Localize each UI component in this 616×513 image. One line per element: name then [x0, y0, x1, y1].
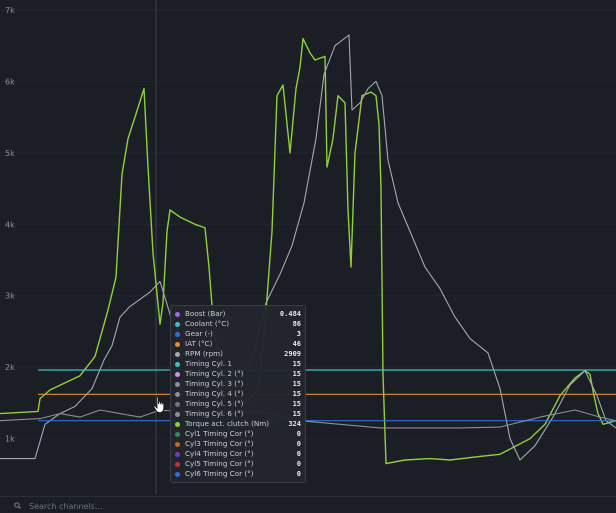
tooltip-channel-value: 15	[292, 360, 301, 368]
tooltip-channel-value: 0.484	[279, 310, 301, 318]
tooltip-channel-name: Timing Cyl. 1	[185, 359, 232, 368]
tooltip-channel-value: 15	[292, 370, 301, 378]
channel-chart[interactable]: 7k 6k 5k 4k 3k 2k 1k	[0, 0, 616, 495]
series-line-torque	[0, 37, 616, 465]
tooltip-channel-value: 0	[296, 430, 301, 438]
tooltip-channel-name: Torque act. clutch (Nm)	[185, 419, 270, 428]
hand-cursor-icon	[153, 396, 165, 414]
tooltip-row: Cyl3 Timing Cor (°) 0	[175, 439, 301, 449]
series-color-dot	[175, 371, 180, 377]
tooltip-channel-name: Cyl3 Timing Cor (°)	[185, 439, 254, 448]
series-color-dot	[175, 421, 180, 427]
tooltip-row: Timing Cyl. 5 (°) 15	[175, 399, 301, 409]
y-tick-label: 2k	[5, 363, 15, 372]
search-icon	[14, 502, 21, 509]
series-color-dot	[175, 461, 180, 467]
tooltip-channel-value: 0	[296, 470, 301, 478]
tooltip-row: Cyl4 Timing Cor (°) 0	[175, 449, 301, 459]
y-tick-label: 3k	[5, 292, 15, 301]
series-color-dot	[175, 441, 180, 447]
tooltip-row: Timing Cyl. 4 (°) 15	[175, 389, 301, 399]
tooltip-row: Cyl6 Timing Cor (°) 0	[175, 469, 301, 479]
y-tick-label: 7k	[5, 6, 15, 15]
tooltip-row: Coolant (°C) 86	[175, 319, 301, 329]
tooltip-row: Timing Cyl. 3 (°) 15	[175, 379, 301, 389]
tooltip-channel-value: 2909	[284, 350, 301, 358]
series-color-dot	[175, 321, 180, 327]
series-color-dot	[175, 331, 180, 337]
tooltip-channel-name: IAT (°C)	[185, 339, 213, 348]
tooltip-channel-name: Timing Cyl. 2 (°)	[185, 369, 244, 378]
series-color-dot	[175, 381, 180, 387]
tooltip-channel-name: Timing Cyl. 4 (°)	[185, 389, 244, 398]
series-color-dot	[175, 341, 180, 347]
tooltip-channel-name: Gear (-)	[185, 329, 213, 338]
y-tick-label: 1k	[5, 435, 15, 444]
tooltip-channel-value: 15	[292, 380, 301, 388]
series-color-dot	[175, 311, 180, 317]
tooltip-channel-name: Timing Cyl. 6 (°)	[185, 409, 244, 418]
tooltip-row: IAT (°C) 46	[175, 339, 301, 349]
tooltip-row: Torque act. clutch (Nm) 324	[175, 419, 301, 429]
channel-values-tooltip: Boost (Bar) 0.484 Coolant (°C) 86 Gear (-) 3 I…	[170, 305, 306, 483]
search-bar	[0, 496, 616, 513]
series-color-dot	[175, 431, 180, 437]
tooltip-channel-name: Cyl5 Timing Cor (°)	[185, 459, 254, 468]
series-color-dot	[175, 451, 180, 457]
series-color-dot	[175, 411, 180, 417]
tooltip-row: Timing Cyl. 6 (°) 15	[175, 409, 301, 419]
tooltip-channel-value: 15	[292, 390, 301, 398]
tooltip-channel-value: 0	[296, 450, 301, 458]
chart-area[interactable]: 7k 6k 5k 4k 3k 2k 1k	[0, 0, 616, 495]
tooltip-channel-value: 15	[292, 410, 301, 418]
search-channels-input[interactable]	[29, 500, 329, 512]
tooltip-channel-value: 3	[296, 330, 301, 338]
series-color-dot	[175, 351, 180, 357]
tooltip-channel-value: 86	[292, 320, 301, 328]
tooltip-channel-name: Cyl4 Timing Cor (°)	[185, 449, 254, 458]
series-line-timing	[0, 409, 616, 429]
tooltip-channel-name: Cyl6 Timing Cor (°)	[185, 469, 254, 478]
tooltip-row: Gear (-) 3	[175, 329, 301, 339]
tooltip-row: Cyl5 Timing Cor (°) 0	[175, 459, 301, 469]
series-color-dot	[175, 401, 180, 407]
tooltip-channel-name: Coolant (°C)	[185, 319, 230, 328]
y-tick-label: 6k	[5, 77, 15, 86]
series-color-dot	[175, 471, 180, 477]
y-tick-label: 4k	[5, 220, 15, 229]
series-line-rpm	[0, 34, 616, 461]
tooltip-channel-name: Timing Cyl. 3 (°)	[185, 379, 244, 388]
y-tick-label: 5k	[5, 149, 15, 158]
tooltip-channel-name: Timing Cyl. 5 (°)	[185, 399, 244, 408]
tooltip-row: RPM (rpm) 2909	[175, 349, 301, 359]
series-color-dot	[175, 361, 180, 367]
tooltip-channel-value: 15	[292, 400, 301, 408]
tooltip-channel-name: Boost (Bar)	[185, 309, 226, 318]
tooltip-row: Timing Cyl. 1 15	[175, 359, 301, 369]
series-color-dot	[175, 391, 180, 397]
tooltip-channel-value: 0	[296, 460, 301, 468]
tooltip-row: Timing Cyl. 2 (°) 15	[175, 369, 301, 379]
tooltip-channel-value: 0	[296, 440, 301, 448]
tooltip-row: Cyl1 Timing Cor (°) 0	[175, 429, 301, 439]
tooltip-row: Boost (Bar) 0.484	[175, 309, 301, 319]
tooltip-channel-name: Cyl1 Timing Cor (°)	[185, 429, 254, 438]
tooltip-channel-value: 324	[288, 420, 301, 428]
tooltip-channel-name: RPM (rpm)	[185, 349, 223, 358]
tooltip-channel-value: 46	[292, 340, 301, 348]
